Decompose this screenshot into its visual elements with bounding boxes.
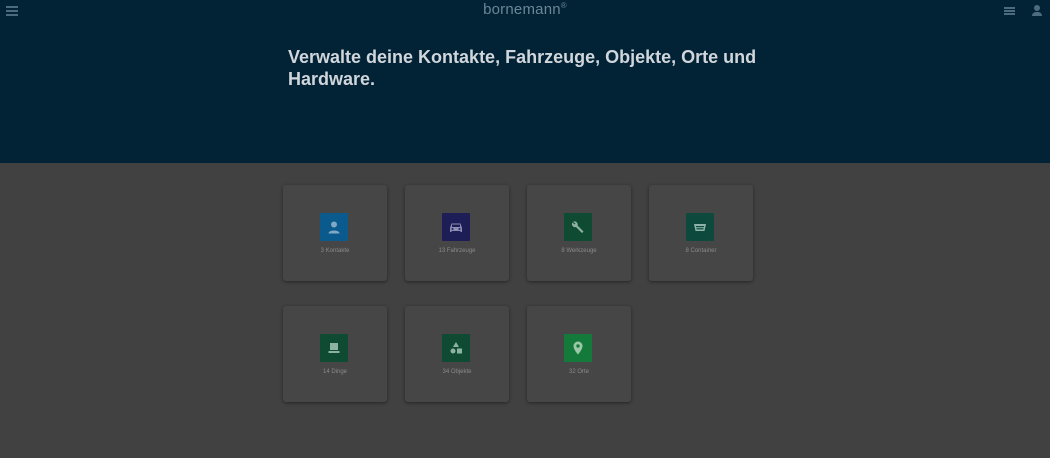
card-fahrzeuge[interactable]: 13 Fahrzeuge bbox=[405, 185, 509, 281]
header: bornemann® Verwalte deine Kontakte, Fahr… bbox=[0, 0, 1050, 163]
card-werkzeuge[interactable]: 8 Werkzeuge bbox=[527, 185, 631, 281]
card-label: 8 Container bbox=[685, 248, 717, 254]
shapes-icon bbox=[442, 334, 470, 362]
card-dinge[interactable]: 14 Dinge bbox=[283, 306, 387, 402]
top-bar: bornemann® bbox=[0, 0, 1050, 22]
card-kontakte[interactable]: 3 Kontakte bbox=[283, 185, 387, 281]
card-label: 8 Werkzeuge bbox=[561, 248, 597, 254]
card-orte[interactable]: 32 Orte bbox=[527, 306, 631, 402]
box-icon bbox=[320, 334, 348, 362]
wrench-icon bbox=[564, 213, 592, 241]
card-label: 3 Kontakte bbox=[320, 248, 350, 254]
list-icon[interactable] bbox=[1004, 7, 1015, 17]
location-pin-icon bbox=[564, 334, 592, 362]
card-objekte[interactable]: 34 Objekte bbox=[405, 306, 509, 402]
car-icon bbox=[442, 213, 470, 241]
person-icon bbox=[320, 213, 348, 241]
card-container[interactable]: 8 Container bbox=[649, 185, 753, 281]
card-label: 13 Fahrzeuge bbox=[438, 248, 476, 254]
container-icon bbox=[686, 213, 714, 241]
card-label: 34 Objekte bbox=[442, 369, 472, 375]
brand-logo: bornemann® bbox=[483, 1, 567, 18]
user-icon[interactable] bbox=[1031, 5, 1043, 17]
card-label: 14 Dinge bbox=[322, 369, 348, 375]
page-headline: Verwalte deine Kontakte, Fahrzeuge, Obje… bbox=[288, 47, 757, 89]
card-label: 32 Orte bbox=[568, 369, 589, 375]
